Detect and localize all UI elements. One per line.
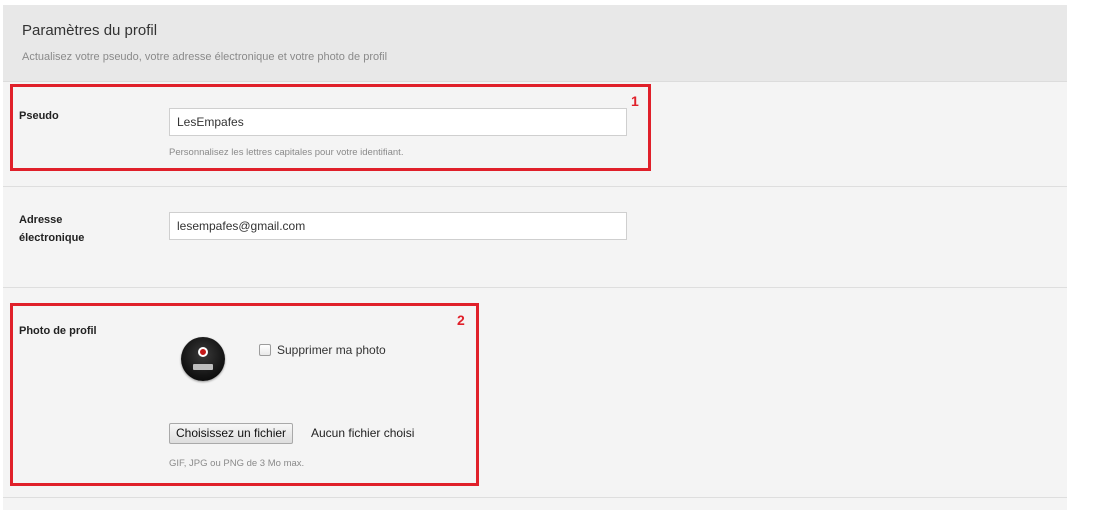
page-subtitle: Actualisez votre pseudo, votre adresse é… xyxy=(22,51,388,63)
annotation-number-1: 1 xyxy=(631,93,639,109)
annotation-number-2: 2 xyxy=(457,312,465,328)
annotation-box-1 xyxy=(10,84,651,171)
email-input[interactable]: lesempafes@gmail.com xyxy=(169,212,627,240)
email-label-line1: Adresse xyxy=(19,214,63,226)
settings-header: Paramètres du profil Actualisez votre ps… xyxy=(3,5,1067,82)
page-title: Paramètres du profil xyxy=(22,22,158,39)
section-divider xyxy=(3,186,1067,187)
section-divider xyxy=(3,287,1067,288)
email-label-line2: électronique xyxy=(19,232,85,244)
annotation-box-2 xyxy=(10,303,479,486)
email-label: Adresse électronique xyxy=(19,211,84,247)
section-divider xyxy=(3,497,1067,498)
